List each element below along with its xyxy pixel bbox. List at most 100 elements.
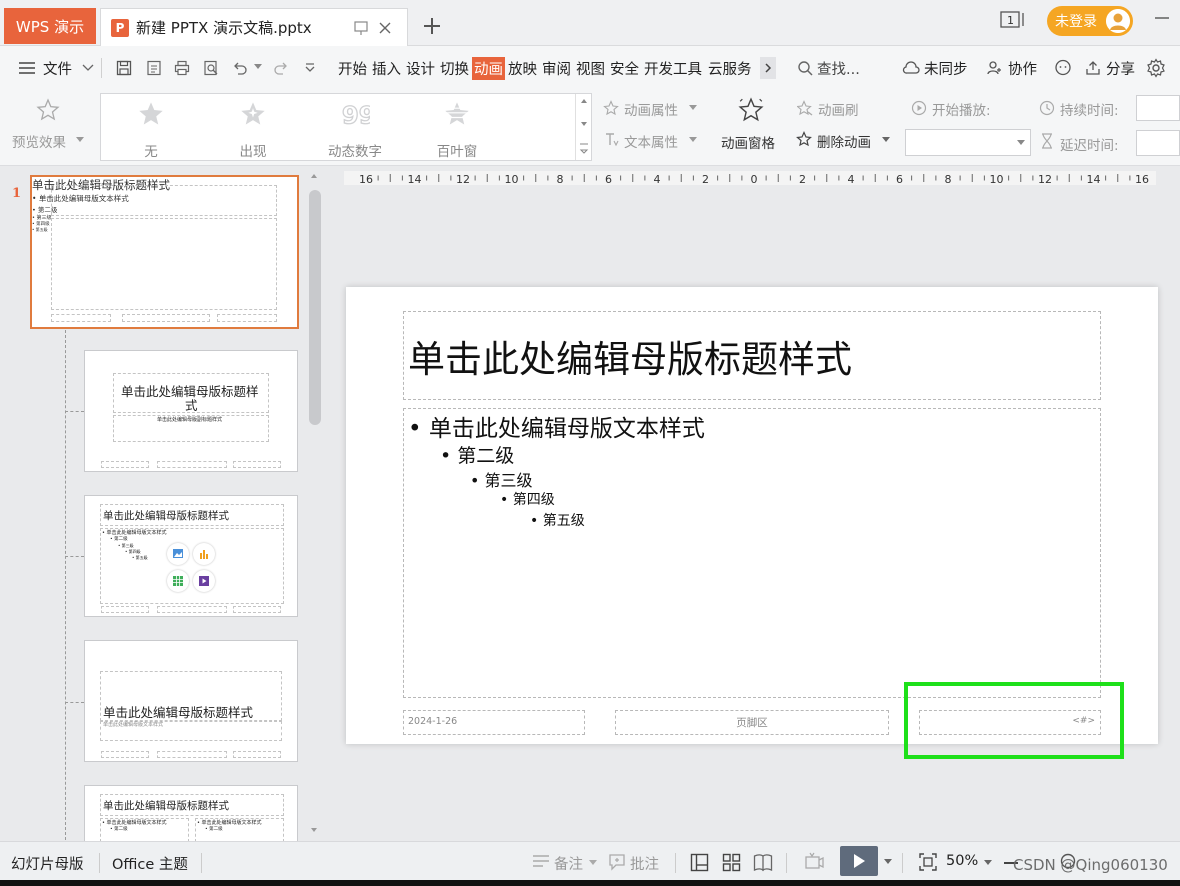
effect-appear[interactable]: 出现	[203, 94, 303, 160]
duration-input[interactable]	[1136, 95, 1180, 121]
print-preview-icon[interactable]	[203, 60, 219, 76]
tab-security[interactable]: 安全	[610, 58, 639, 79]
layout-thumbnail-content[interactable]: 单击此处编辑母版标题样式 • 单击此处编辑母版文本样式 • 第二级 • 第三级 …	[84, 495, 298, 617]
tab-insert[interactable]: 插入	[372, 58, 401, 79]
slide-sorter-icon[interactable]	[722, 853, 741, 872]
start-play-select[interactable]	[905, 129, 1031, 156]
star-icon	[139, 102, 163, 125]
undo-icon[interactable]	[232, 60, 248, 76]
animation-brush-icon	[797, 100, 813, 116]
hamburger-menu-icon[interactable]	[18, 60, 36, 76]
zoom-dropdown-icon[interactable]	[984, 860, 992, 866]
notes-icon[interactable]	[531, 853, 551, 871]
text-properties-icon	[604, 131, 620, 147]
settings-gear-icon[interactable]	[1146, 58, 1166, 78]
layout-thumbnail-section[interactable]: 单击此处编辑母版标题样式 单击此处编辑母版文本样式	[84, 640, 298, 762]
effect-appear-label: 出现	[239, 144, 267, 160]
tab-view[interactable]: 视图	[576, 58, 605, 79]
tab-animation[interactable]: 动画	[472, 57, 505, 80]
play-dropdown-icon[interactable]	[884, 859, 892, 865]
svg-text:1: 1	[1007, 14, 1014, 27]
tab-transition[interactable]: 切换	[440, 58, 469, 79]
animation-brush-button[interactable]: 动画刷	[818, 99, 859, 119]
preview-effect-button[interactable]: 预览效果	[12, 131, 66, 151]
comment-icon[interactable]	[608, 853, 626, 871]
tab-review[interactable]: 审阅	[542, 58, 571, 79]
fit-to-window-icon[interactable]	[918, 852, 938, 872]
collaborate-button[interactable]: 协作	[1008, 58, 1037, 79]
play-slideshow-button[interactable]	[840, 846, 878, 876]
delete-animation-button[interactable]: 删除动画	[817, 131, 871, 151]
layout-thumbnail-two-content[interactable]: 单击此处编辑母版标题样式 • 单击此处编辑母版文本样式 • 单击此处编辑母版文本…	[84, 785, 298, 842]
close-tab-icon[interactable]	[377, 20, 393, 36]
delete-anim-dropdown-icon[interactable]	[882, 137, 890, 143]
highlight-box	[904, 682, 1124, 759]
wps-app-tab[interactable]: WPS 演示	[4, 8, 96, 44]
quick-access-dropdown-icon[interactable]	[304, 62, 316, 74]
text-props-dropdown-icon[interactable]	[689, 137, 697, 143]
zoom-level[interactable]: 50%	[946, 853, 978, 869]
share-icon[interactable]	[1085, 60, 1101, 76]
sync-status[interactable]: 未同步	[924, 58, 968, 79]
anim-props-dropdown-icon[interactable]	[689, 105, 697, 111]
notes-dropdown-icon[interactable]	[589, 860, 597, 866]
text-properties-button[interactable]: 文本属性	[624, 131, 678, 151]
collaborate-icon[interactable]	[986, 60, 1002, 76]
layout-thumbnail-title[interactable]: 单击此处编辑母版标题样 式 单击此处编辑母版副标题样式	[84, 350, 298, 472]
chevron-down-icon[interactable]	[82, 62, 94, 72]
divider	[902, 853, 903, 873]
pin-window-icon[interactable]	[353, 20, 369, 36]
reading-view-icon[interactable]	[753, 853, 773, 872]
thumb-layout4-text: 单击此处编辑母版文本样式	[103, 722, 164, 728]
number-99-icon: 99	[341, 100, 370, 128]
file-menu[interactable]: 文件	[43, 58, 72, 79]
present-from-current-icon[interactable]	[803, 851, 825, 873]
star-blinds-icon	[445, 102, 469, 125]
gallery-scroller[interactable]	[575, 94, 591, 160]
effect-none[interactable]: 无	[101, 94, 201, 160]
comment-button[interactable]: 批注	[630, 853, 659, 874]
master-slide-thumbnail[interactable]: 单击此处编辑母版标题样式 • 单击此处编辑母版文本样式 • 第二级 • 第三级 …	[30, 175, 299, 329]
ruler-label: 16	[1135, 173, 1149, 186]
print-icon[interactable]	[174, 60, 190, 76]
scrollbar-thumb[interactable]	[309, 190, 321, 425]
tab-cloud[interactable]: 云服务	[708, 58, 752, 79]
search-field[interactable]: 查找...	[817, 58, 860, 79]
tab-developer[interactable]: 开发工具	[644, 58, 702, 79]
animation-pane-icon[interactable]	[738, 97, 764, 123]
window-count-icon[interactable]: 1	[1000, 10, 1028, 30]
undo-dropdown-icon[interactable]	[254, 64, 262, 72]
animation-properties-button[interactable]: 动画属性	[624, 99, 678, 119]
share-button[interactable]: 分享	[1106, 58, 1135, 79]
delay-input[interactable]	[1136, 130, 1180, 156]
effect-blinds[interactable]: 百叶窗	[407, 94, 507, 160]
new-tab-plus-icon[interactable]	[420, 14, 444, 38]
animation-pane-button[interactable]: 动画窗格	[721, 132, 775, 152]
effect-none-label: 无	[144, 144, 158, 160]
delay-label: 延迟时间:	[1060, 138, 1119, 154]
export-pdf-icon[interactable]	[146, 60, 162, 76]
theme-label[interactable]: Office 主题	[112, 853, 188, 874]
notes-button[interactable]: 备注	[554, 853, 583, 874]
document-tab[interactable]: P 新建 PPTX 演示文稿.pptx	[100, 8, 408, 46]
redo-icon[interactable]	[273, 60, 289, 76]
preview-dropdown-icon[interactable]	[76, 137, 84, 143]
tab-home[interactable]: 开始	[338, 58, 367, 79]
cloud-sync-icon[interactable]	[902, 60, 920, 76]
tab-design[interactable]: 设计	[406, 58, 435, 79]
slide-canvas[interactable]: 单击此处编辑母版标题样式 • 单击此处编辑母版文本样式 • 第二级 • 第三级 …	[346, 287, 1158, 744]
tab-slideshow[interactable]: 放映	[508, 58, 537, 79]
login-button[interactable]: 未登录	[1047, 6, 1133, 36]
save-icon[interactable]	[116, 60, 132, 76]
normal-view-icon[interactable]	[690, 853, 709, 872]
search-icon[interactable]	[797, 60, 813, 76]
comment-bubble-icon[interactable]	[1054, 59, 1072, 77]
preview-star-icon[interactable]	[36, 98, 60, 122]
horizontal-ruler[interactable]: 16 14 12 10 8 6 4 2 0 2 4 6 8 10 12 14 16	[340, 168, 1160, 190]
ruler-label: 6	[896, 173, 903, 186]
effect-dynamic-number[interactable]: 99 动态数字	[305, 94, 405, 160]
ruler-label: 6	[605, 173, 612, 186]
minimize-icon[interactable]	[1154, 16, 1170, 20]
more-tabs-chevron-icon[interactable]	[760, 57, 776, 79]
thumb-layout4-title: 单击此处编辑母版标题样式	[103, 705, 254, 720]
